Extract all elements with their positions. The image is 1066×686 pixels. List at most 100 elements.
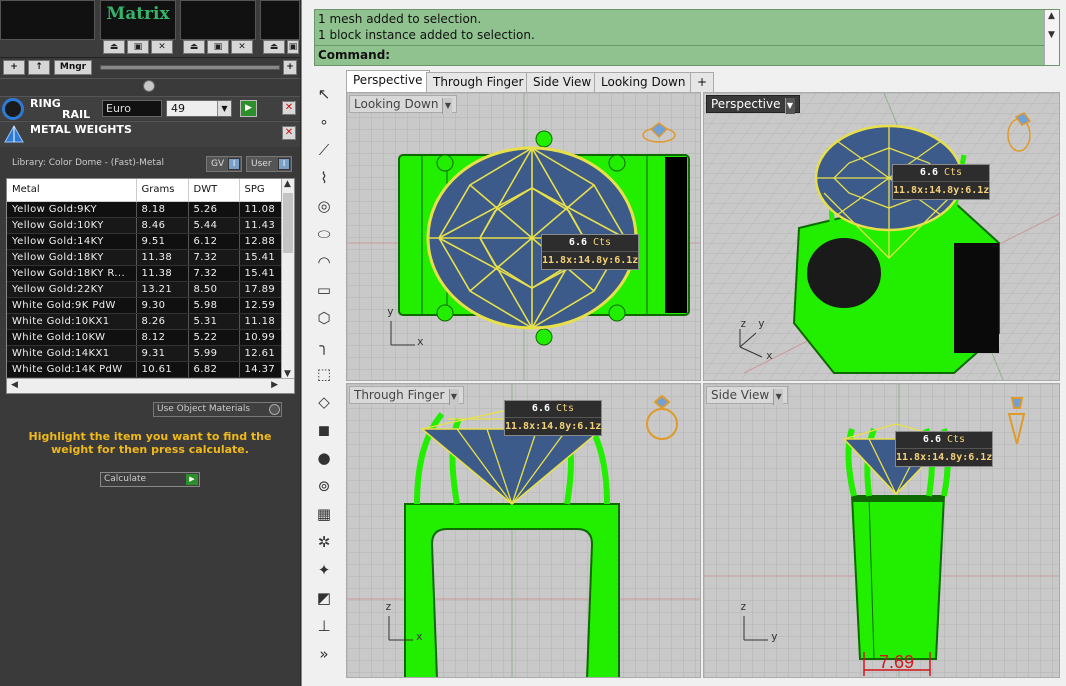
dimension-icon[interactable]: ⊥ xyxy=(312,614,336,638)
play-icon[interactable]: ▶ xyxy=(240,100,257,117)
viewport-title[interactable]: Looking Down ▼ xyxy=(349,95,458,114)
viewport-through-finger[interactable]: z x Through Finger ▼ 6.6 Cts 11.8x:14.8y:… xyxy=(346,383,701,678)
circle-icon[interactable]: ◎ xyxy=(312,194,336,218)
preview-thumb[interactable]: Matrix xyxy=(100,0,176,40)
gem-dimensions: 11.8x:14.8y:6.1z xyxy=(896,452,993,463)
close-icon[interactable]: ✕ xyxy=(282,101,296,115)
save-icon[interactable]: ▣ xyxy=(127,40,149,54)
polyline-icon[interactable]: ⟋ xyxy=(312,138,336,162)
scroll-left-icon[interactable]: ◀ xyxy=(11,380,18,390)
table-row[interactable]: Yellow Gold:14KY 9.51 6.12 12.88 xyxy=(7,233,284,250)
transform-icon[interactable]: ⬚ xyxy=(312,362,336,386)
add-right-button[interactable]: + xyxy=(283,60,297,75)
table-row[interactable]: White Gold:14K PdW 10.61 6.82 14.37 xyxy=(7,361,284,378)
cell-grams: 8.46 xyxy=(136,217,189,234)
box-icon[interactable]: ◼ xyxy=(312,418,336,442)
chevron-down-icon[interactable]: ▼ xyxy=(217,101,231,116)
scroll-up-icon[interactable]: ▲ xyxy=(284,179,291,189)
close-icon[interactable]: ✕ xyxy=(231,40,253,54)
add-button[interactable]: + xyxy=(3,60,25,75)
save-icon[interactable]: ▣ xyxy=(287,40,299,54)
manager-button[interactable]: Mngr xyxy=(54,60,92,75)
viewport-title[interactable]: Side View ▼ xyxy=(706,386,789,405)
viewport-title[interactable]: Through Finger ▼ xyxy=(349,386,464,405)
column-header-dwt[interactable]: DWT xyxy=(188,179,240,202)
user-toggle[interactable]: User I xyxy=(246,156,292,172)
scroll-down-icon[interactable]: ▼ xyxy=(1048,30,1055,40)
chevron-down-icon[interactable]: ▼ xyxy=(442,98,453,114)
preview-thumb[interactable] xyxy=(0,0,95,40)
save-icon[interactable]: ▣ xyxy=(207,40,229,54)
tab-perspective[interactable]: Perspective xyxy=(346,70,430,92)
chevron-down-icon[interactable]: ▼ xyxy=(773,389,784,405)
horizontal-scrollbar[interactable]: ◀ ▶ xyxy=(7,378,294,393)
scroll-right-icon[interactable]: ▶ xyxy=(271,380,278,390)
cylinder-icon[interactable]: ⊚ xyxy=(312,474,336,498)
sphere-icon[interactable]: ● xyxy=(312,446,336,470)
fillet-icon[interactable]: ╮ xyxy=(312,334,336,358)
size-slider[interactable] xyxy=(100,65,280,70)
close-icon[interactable]: ✕ xyxy=(282,126,296,140)
arc-icon[interactable]: ◠ xyxy=(312,250,336,274)
table-row[interactable]: Yellow Gold:18KY 11.38 7.32 15.41 xyxy=(7,249,284,266)
surface-icon[interactable]: ◇ xyxy=(312,390,336,414)
upload-icon[interactable]: ⏏ xyxy=(103,40,125,54)
table-row[interactable]: White Gold:9K PdW 9.30 5.98 12.59 xyxy=(7,297,284,314)
viewport-perspective[interactable]: z y x Perspective ▼ 6.6 Cts 11.8x:14.8y:6… xyxy=(703,92,1060,381)
size-system-field[interactable]: Euro xyxy=(102,100,162,117)
viewport-side-view[interactable]: z y 7.69 Side View ▼ 6.6 Cts 11.8x:14.8y:… xyxy=(703,383,1060,678)
preview-buttons: ⏏ ▣ ✕ xyxy=(183,40,253,54)
more-tools-icon[interactable]: » xyxy=(312,642,336,666)
chevron-down-icon[interactable]: ▼ xyxy=(448,389,459,405)
column-header-grams[interactable]: Grams xyxy=(136,179,189,202)
calculate-button[interactable]: Calculate ▶ xyxy=(100,472,200,487)
up-button[interactable]: ↑ xyxy=(28,60,50,75)
tab-through-finger[interactable]: Through Finger xyxy=(426,72,531,92)
table-row[interactable]: White Gold:10KX1 8.26 5.31 11.18 xyxy=(7,313,284,330)
command-scrollbar[interactable]: ▲ ▼ xyxy=(1044,10,1059,65)
curve-icon[interactable]: ⌇ xyxy=(312,166,336,190)
rectangle-icon[interactable]: ▭ xyxy=(312,278,336,302)
chevron-down-icon[interactable]: ▼ xyxy=(784,98,795,114)
table-row[interactable]: Yellow Gold:22KY 13.21 8.50 17.89 xyxy=(7,281,284,298)
add-tab-button[interactable]: + xyxy=(690,72,715,92)
cell-metal: White Gold:14K PdW xyxy=(7,361,137,378)
table-row[interactable]: White Gold:10KW 8.12 5.22 10.99 xyxy=(7,329,284,346)
column-header-spg[interactable]: SPG xyxy=(239,179,284,202)
table-row[interactable]: Yellow Gold:18KY R... 11.38 7.32 15.41 xyxy=(7,265,284,282)
vertical-scrollbar[interactable]: ▲ ▼ xyxy=(281,179,294,379)
polygon-icon[interactable]: ⬡ xyxy=(312,306,336,330)
gem-info-box: 6.6 Cts 11.8x:14.8y:6.1z xyxy=(892,164,990,200)
viewport-looking-down[interactable]: y x Looking Down ▼ 6.6 Cts 11.8x:14.8y:6.… xyxy=(346,92,701,381)
ring-size-dropdown[interactable]: 49 ▼ xyxy=(166,100,232,117)
table-row[interactable]: Yellow Gold:9KY 8.18 5.26 11.08 xyxy=(7,201,284,218)
close-icon[interactable]: ✕ xyxy=(151,40,173,54)
ellipse-icon[interactable]: ⬭ xyxy=(312,222,336,246)
viewport-canvas xyxy=(704,93,1059,380)
cell-grams: 11.38 xyxy=(136,265,189,282)
collapse-toggle[interactable] xyxy=(143,80,155,92)
scroll-up-icon[interactable]: ▲ xyxy=(1048,11,1055,21)
tab-side-view[interactable]: Side View xyxy=(526,72,599,92)
select-arrow-icon[interactable]: ↖ xyxy=(312,82,336,106)
tab-looking-down[interactable]: Looking Down xyxy=(594,72,693,92)
upload-icon[interactable]: ⏏ xyxy=(183,40,205,54)
command-prompt-row[interactable]: Command: xyxy=(315,45,1059,65)
viewport-title[interactable]: Perspective ▼ xyxy=(706,95,800,114)
z-axis-label: z xyxy=(740,600,747,613)
scroll-thumb[interactable] xyxy=(283,193,293,253)
upload-icon[interactable]: ⏏ xyxy=(263,40,285,54)
point-icon[interactable]: ∘ xyxy=(312,110,336,134)
column-header-metal[interactable]: Metal xyxy=(7,179,137,202)
table-row[interactable]: Yellow Gold:10KY 8.46 5.44 11.43 xyxy=(7,217,284,234)
gv-toggle[interactable]: GV I xyxy=(206,156,242,172)
mesh-icon[interactable]: ▦ xyxy=(312,502,336,526)
gear-icon[interactable]: ✲ xyxy=(312,530,336,554)
use-object-materials-toggle[interactable]: Use Object Materials xyxy=(153,402,282,417)
boolean-icon[interactable]: ◩ xyxy=(312,586,336,610)
preview-thumb[interactable] xyxy=(180,0,256,40)
table-row[interactable]: White Gold:14KX1 9.31 5.99 12.61 xyxy=(7,345,284,362)
preview-thumb[interactable] xyxy=(260,0,300,40)
render-icon[interactable]: ✦ xyxy=(312,558,336,582)
use-object-materials-label: Use Object Materials xyxy=(157,404,251,414)
